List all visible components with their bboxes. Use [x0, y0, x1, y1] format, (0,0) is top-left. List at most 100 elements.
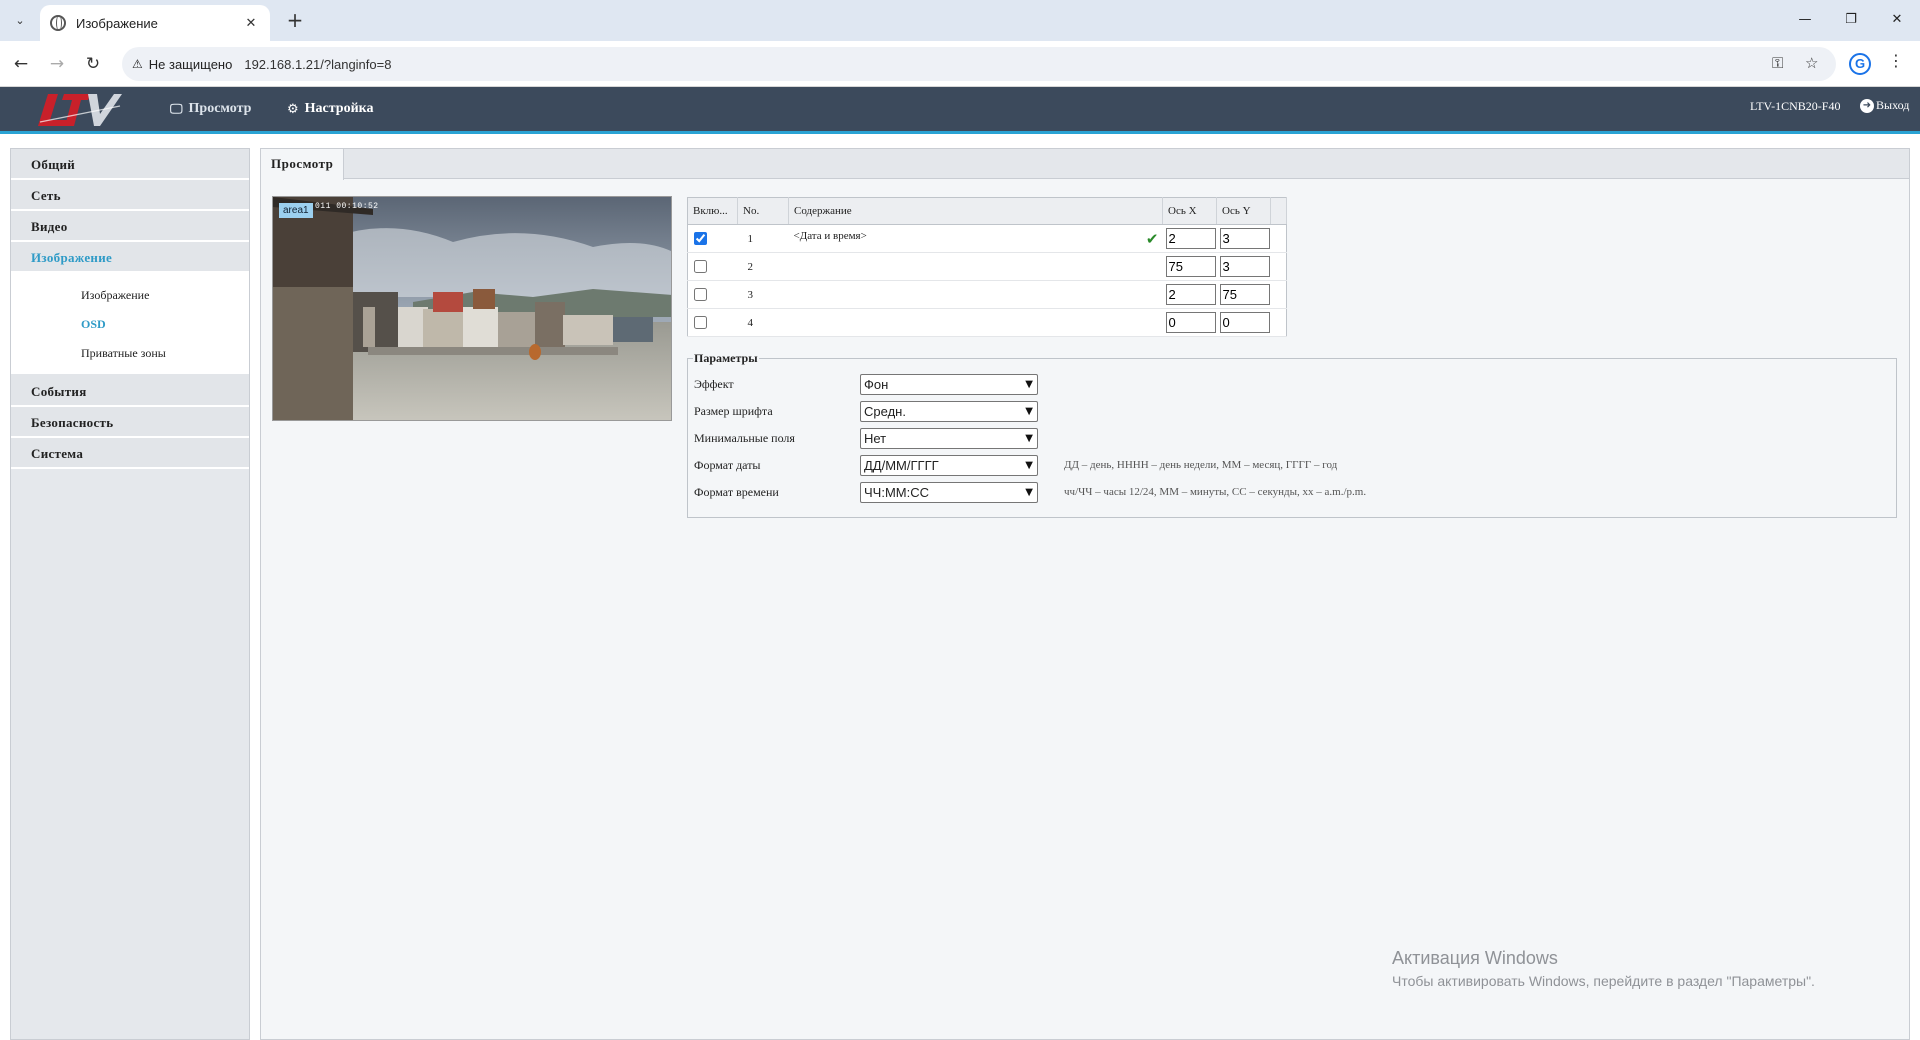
tab-title: Изображение: [76, 15, 158, 31]
param-time-format: Формат времени ЧЧ:ММ:СС ▼ чч/ЧЧ – часы 12…: [694, 481, 1366, 503]
back-button[interactable]: ←: [8, 51, 34, 77]
camera-image: [273, 197, 671, 420]
sidebar-subitem-image[interactable]: Изображение: [11, 283, 249, 312]
param-label: Формат времени: [694, 484, 779, 499]
sidebar-item-image[interactable]: Изображение: [11, 242, 249, 273]
x-input-2[interactable]: [1165, 256, 1216, 277]
row-number: 1: [737, 224, 789, 253]
row-content[interactable]: [788, 308, 1163, 337]
browser-tab-strip: ⌄ Изображение ✕ + — ❐ ✕: [0, 0, 1920, 41]
y-input-3[interactable]: [1219, 284, 1270, 305]
gear-icon: ⚙: [287, 101, 299, 117]
row-number: 3: [737, 280, 789, 309]
sidebar-item-events[interactable]: События: [11, 376, 249, 407]
chevron-down-icon: ▼: [1025, 459, 1033, 471]
row-content[interactable]: [788, 280, 1163, 309]
osd-timestamp: 011 00:10:52: [315, 202, 379, 211]
min-margins-select[interactable]: Нет ▼: [860, 427, 1038, 449]
menu-kebab-icon[interactable]: ⋮: [1888, 51, 1904, 70]
nav-settings[interactable]: ⚙ Настройка: [287, 87, 374, 131]
password-key-icon[interactable]: ⚿: [1772, 54, 1783, 72]
y-input-1[interactable]: [1219, 228, 1270, 249]
osd-table: Вклю... No. Содержание Ось X Ось Y 1 <Да…: [687, 197, 1287, 337]
sidebar-subitem-privacy-zones[interactable]: Приватные зоны: [11, 341, 249, 370]
logout-icon: ➜: [1860, 98, 1874, 113]
monitor-icon: 🖵: [170, 101, 183, 117]
logout-button[interactable]: ➜ Выход: [1860, 98, 1909, 113]
table-row: 1 <Дата и время> ✔: [687, 224, 1287, 253]
x-input-1[interactable]: [1165, 228, 1216, 249]
x-input-3[interactable]: [1165, 284, 1216, 305]
y-input-4[interactable]: [1219, 312, 1270, 333]
url-text[interactable]: 192.168.1.21/?langinfo=8: [244, 57, 391, 72]
main-panel: Просмотр area1 011 00:10:52 Вклю... No. …: [260, 148, 1910, 1040]
x-input-4[interactable]: [1165, 312, 1216, 333]
row-number: 2: [737, 252, 789, 281]
select-value: ДД/ММ/ГГГГ: [864, 457, 939, 473]
sidebar-item-system[interactable]: Система: [11, 438, 249, 469]
address-bar[interactable]: ⚠ Не защищено 192.168.1.21/?langinfo=8 ⚿…: [122, 47, 1836, 81]
security-label: Не защищено: [148, 56, 233, 72]
tab-search-button[interactable]: ⌄: [8, 8, 32, 32]
time-format-select[interactable]: ЧЧ:ММ:СС ▼: [860, 481, 1038, 503]
sidebar-subitem-osd[interactable]: OSD: [11, 312, 249, 341]
select-value: Средн.: [864, 403, 906, 419]
y-input-2[interactable]: [1219, 256, 1270, 277]
nav-settings-label: Настройка: [304, 101, 374, 116]
col-content: Содержание: [788, 197, 1163, 225]
enable-checkbox-2[interactable]: [694, 260, 707, 273]
sidebar-item-general[interactable]: Общий: [11, 149, 249, 180]
area-label[interactable]: area1: [279, 203, 313, 218]
date-format-select[interactable]: ДД/ММ/ГГГГ ▼: [860, 454, 1038, 476]
enable-checkbox-4[interactable]: [694, 316, 707, 329]
col-spacer: [1270, 197, 1287, 225]
restore-button[interactable]: ❐: [1828, 6, 1874, 34]
camera-preview[interactable]: area1 011 00:10:52: [272, 196, 672, 421]
params-legend: Параметры: [693, 351, 759, 366]
row-content[interactable]: <Дата и время> ✔: [788, 224, 1163, 253]
select-value: Нет: [864, 430, 887, 446]
enable-checkbox-1[interactable]: [694, 232, 707, 245]
table-row: 4: [687, 308, 1287, 337]
params-fieldset: Параметры Эффект Фон ▼ Размер шрифта Сред…: [687, 351, 1897, 518]
logout-label: Выход: [1876, 98, 1910, 112]
close-window-button[interactable]: ✕: [1874, 6, 1920, 34]
select-value: Фон: [864, 376, 889, 392]
sidebar: Общий Сеть Видео Изображение Изображение…: [10, 148, 250, 1040]
minimize-button[interactable]: —: [1782, 6, 1828, 34]
effect-select[interactable]: Фон ▼: [860, 373, 1038, 395]
browser-tab[interactable]: Изображение ✕: [40, 5, 270, 41]
col-x: Ось X: [1162, 197, 1217, 225]
sidebar-item-network[interactable]: Сеть: [11, 180, 249, 211]
close-icon[interactable]: ✕: [242, 16, 260, 31]
watermark-text: Чтобы активировать Windows, перейдите в …: [1392, 973, 1815, 989]
reload-button[interactable]: ↻: [80, 51, 106, 77]
profile-avatar[interactable]: G: [1849, 53, 1871, 75]
font-size-select[interactable]: Средн. ▼: [860, 400, 1038, 422]
nav-preview[interactable]: 🖵 Просмотр: [170, 87, 251, 131]
table-header: Вклю... No. Содержание Ось X Ось Y: [687, 197, 1287, 225]
forward-button[interactable]: →: [44, 51, 70, 77]
windows-activation-watermark: Активация Windows Чтобы активировать Win…: [1392, 948, 1815, 989]
check-icon: ✔: [1145, 229, 1159, 248]
new-tab-button[interactable]: +: [282, 8, 308, 34]
col-enabled: Вклю...: [687, 197, 738, 225]
security-chip[interactable]: ⚠ Не защищено: [132, 57, 244, 72]
sidebar-item-video[interactable]: Видео: [11, 211, 249, 242]
enable-checkbox-3[interactable]: [694, 288, 707, 301]
sidebar-item-security[interactable]: Безопасность: [11, 407, 249, 438]
chevron-down-icon: ▼: [1025, 432, 1033, 444]
param-effect: Эффект Фон ▼: [694, 373, 1038, 395]
tab-preview[interactable]: Просмотр: [261, 149, 345, 180]
time-format-hint: чч/ЧЧ – часы 12/24, ММ – минуты, СС – се…: [1064, 486, 1367, 498]
device-name: LTV-1CNB20-F40: [1750, 99, 1841, 113]
warning-icon: ⚠: [132, 57, 143, 71]
chevron-down-icon: ▼: [1025, 486, 1033, 498]
sidebar-submenu: Изображение OSD Приватные зоны: [11, 273, 249, 376]
bookmark-star-icon[interactable]: ☆: [1805, 54, 1818, 72]
chevron-down-icon: ▼: [1025, 405, 1033, 417]
col-y: Ось Y: [1216, 197, 1271, 225]
table-row: 3: [687, 280, 1287, 309]
row-content[interactable]: [788, 252, 1163, 281]
globe-icon: [50, 15, 66, 31]
